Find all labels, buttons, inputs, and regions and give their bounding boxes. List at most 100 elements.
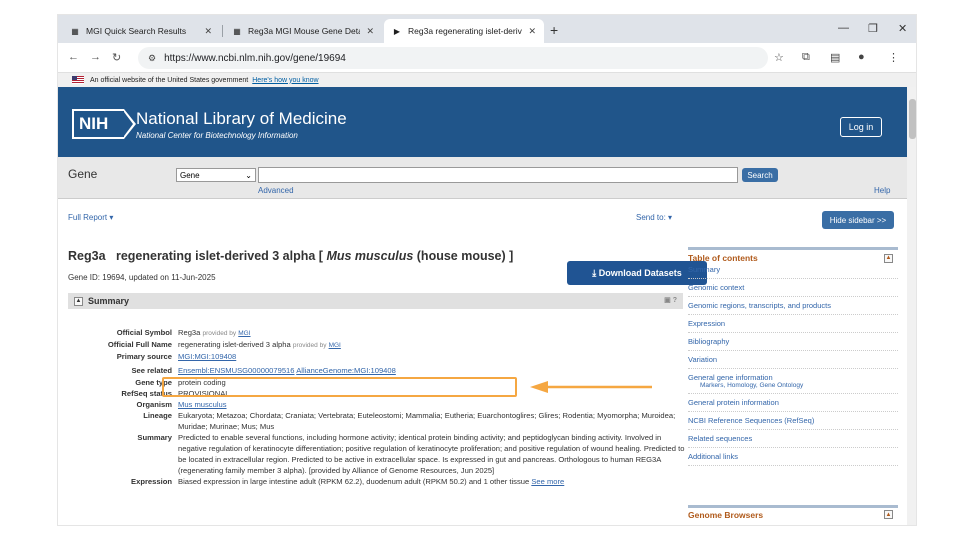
- toc-item-related-sequences[interactable]: Related sequences: [688, 430, 898, 448]
- detail-row-lineage: Lineage Eukaryota; Metazoa; Chordata; Cr…: [68, 410, 688, 432]
- detail-label: Organism: [136, 400, 172, 409]
- browser-window: ▦ MGI Quick Search Results ✕ ▦ Reg3a MGI…: [57, 14, 917, 526]
- genome-browsers-header: Genome Browsers ▲: [688, 510, 898, 520]
- toc-subitem[interactable]: Markers, Homology, Gene Ontology: [688, 382, 898, 389]
- reading-list-icon[interactable]: ▤: [830, 51, 840, 64]
- alliance-genome-link[interactable]: AllianceGenome:MGI:109408: [296, 366, 396, 375]
- send-to-label: Send to:: [636, 213, 666, 222]
- download-datasets-button[interactable]: ⤓ Download Datasets: [567, 261, 707, 285]
- sidebar-divider: [688, 505, 898, 508]
- detail-label: Expression: [131, 477, 172, 486]
- toc-item-bibliography[interactable]: Bibliography: [688, 333, 898, 351]
- minimize-icon[interactable]: —: [838, 22, 849, 34]
- close-window-icon[interactable]: ✕: [898, 22, 907, 35]
- collapse-icon[interactable]: ▲: [884, 510, 893, 519]
- ensembl-link[interactable]: Ensembl:ENSMUSG00000079516: [178, 366, 295, 375]
- page-title: Reg3a regenerating islet-derived 3 alpha…: [68, 249, 513, 263]
- search-button[interactable]: Search: [742, 168, 778, 182]
- search-input[interactable]: [258, 167, 738, 183]
- close-icon[interactable]: ✕: [366, 26, 374, 37]
- section-help-icons[interactable]: ▣ ?: [664, 296, 677, 304]
- download-datasets-label: Download Datasets: [598, 268, 682, 278]
- toc-item-variation[interactable]: Variation: [688, 351, 898, 369]
- toc-item-genomic-regions[interactable]: Genomic regions, transcripts, and produc…: [688, 297, 898, 315]
- database-select-value: Gene: [180, 170, 200, 180]
- tab-label: Reg3a MGI Mouse Gene Detail: [248, 26, 361, 36]
- toc-item-summary[interactable]: Summary: [688, 263, 898, 279]
- page-scrollbar[interactable]: [907, 87, 916, 525]
- tab-label: MGI Quick Search Results: [86, 26, 187, 36]
- provider-link[interactable]: MGI: [329, 342, 341, 349]
- profile-avatar-icon[interactable]: ●: [858, 51, 865, 63]
- organism-link[interactable]: Mus musculus: [178, 400, 227, 409]
- summary-section-header[interactable]: ▲ Summary ▣ ?: [68, 293, 683, 309]
- close-icon[interactable]: ✕: [204, 26, 212, 37]
- help-link[interactable]: Help: [874, 186, 890, 195]
- tab-separator: [222, 25, 223, 37]
- nih-logo[interactable]: NIH: [72, 109, 136, 139]
- gov-banner-text: An official website of the United States…: [90, 76, 249, 84]
- new-tab-button[interactable]: +: [550, 22, 558, 38]
- provided-by-text: provided by: [202, 330, 237, 337]
- chevron-down-icon: ⌄: [245, 170, 252, 180]
- genome-browsers-title: Genome Browsers: [688, 510, 764, 520]
- toc-title: Table of contents: [688, 253, 758, 263]
- gene-organism: Mus musculus: [326, 249, 414, 263]
- hide-sidebar-button[interactable]: Hide sidebar >>: [822, 211, 894, 229]
- send-to-dropdown[interactable]: Send to: ▾: [636, 213, 672, 222]
- detail-value: regenerating islet-derived 3 alpha provi…: [178, 339, 688, 351]
- primary-source-link[interactable]: MGI:MGI:109408: [178, 352, 236, 361]
- menu-dots-icon[interactable]: ⋮: [888, 51, 899, 64]
- search-bar: Gene Gene ⌄ Search Advanced Help: [58, 157, 916, 199]
- collapse-icon[interactable]: ▲: [884, 253, 893, 263]
- provided-by-text: provided by: [292, 342, 327, 349]
- restore-icon[interactable]: ❐: [868, 22, 878, 35]
- ncbi-favicon-icon: ▶: [393, 26, 401, 36]
- database-label: Gene: [68, 167, 98, 181]
- gene-id-line: Gene ID: 19694, updated on 11-Jun-2025: [68, 273, 216, 282]
- address-bar[interactable]: ⚙ https://www.ncbi.nlm.nih.gov/gene/1969…: [138, 47, 768, 69]
- detail-row-official-full-name: Official Full Name regenerating islet-de…: [68, 339, 688, 351]
- full-report-label: Full Report: [68, 213, 108, 222]
- advanced-search-link[interactable]: Advanced: [258, 186, 294, 195]
- toc-item-genomic-context[interactable]: Genomic context: [688, 279, 898, 297]
- nlm-subtitle: National Center for Biotechnology Inform…: [136, 131, 298, 140]
- gene-organism-suffix: (house mouse) ]: [416, 249, 514, 263]
- nlm-header: NIH National Library of Medicine Nationa…: [58, 87, 916, 157]
- login-button[interactable]: Log in: [840, 117, 882, 137]
- toc-item-general-gene-info[interactable]: General gene information Markers, Homolo…: [688, 369, 898, 394]
- tab-mgi-gene-detail[interactable]: ▦ Reg3a MGI Mouse Gene Detail ✕: [224, 19, 382, 43]
- site-settings-icon[interactable]: ⚙: [148, 53, 156, 64]
- back-icon[interactable]: ←: [68, 51, 79, 63]
- provider-link[interactable]: MGI: [238, 330, 250, 337]
- tab-ncbi-gene[interactable]: ▶ Reg3a regenerating islet-derive ✕: [384, 19, 544, 43]
- full-report-dropdown[interactable]: Full Report ▾: [68, 213, 113, 222]
- bookmark-star-icon[interactable]: ☆: [774, 51, 784, 64]
- extensions-icon[interactable]: ⧉: [802, 51, 810, 64]
- detail-row-expression: Expression Biased expression in large in…: [68, 476, 688, 487]
- collapse-icon[interactable]: ▲: [74, 296, 83, 306]
- url-text: https://www.ncbi.nlm.nih.gov/gene/19694: [164, 52, 346, 64]
- close-icon[interactable]: ✕: [528, 26, 536, 37]
- detail-label: Summary: [137, 433, 172, 442]
- toc-item-expression[interactable]: Expression: [688, 315, 898, 333]
- official-full-name-value: regenerating islet-derived 3 alpha: [178, 340, 291, 349]
- us-flag-icon: [72, 76, 84, 84]
- detail-label: Official Full Name: [107, 340, 172, 349]
- nlm-title[interactable]: National Library of Medicine: [136, 109, 347, 129]
- toc-header: Table of contents ▲: [688, 253, 898, 263]
- database-select[interactable]: Gene ⌄: [176, 168, 256, 182]
- toc-item-additional-links[interactable]: Additional links: [688, 448, 898, 466]
- scrollbar-thumb[interactable]: [909, 99, 916, 139]
- toc-item-label: General gene information: [688, 373, 773, 382]
- annotation-arrow-icon: [530, 381, 652, 393]
- gov-banner: An official website of the United States…: [58, 73, 916, 87]
- reload-icon[interactable]: ↻: [112, 51, 121, 64]
- tab-mgi-quick-search[interactable]: ▦ MGI Quick Search Results ✕: [62, 19, 220, 43]
- toc-item-general-protein-info[interactable]: General protein information: [688, 394, 898, 412]
- gov-banner-link[interactable]: Here's how you know: [252, 77, 318, 84]
- gene-name: regenerating islet-derived 3 alpha [: [115, 249, 323, 263]
- forward-icon[interactable]: →: [90, 51, 101, 63]
- see-more-link[interactable]: See more: [531, 477, 564, 486]
- toc-item-refseq[interactable]: NCBI Reference Sequences (RefSeq): [688, 412, 898, 430]
